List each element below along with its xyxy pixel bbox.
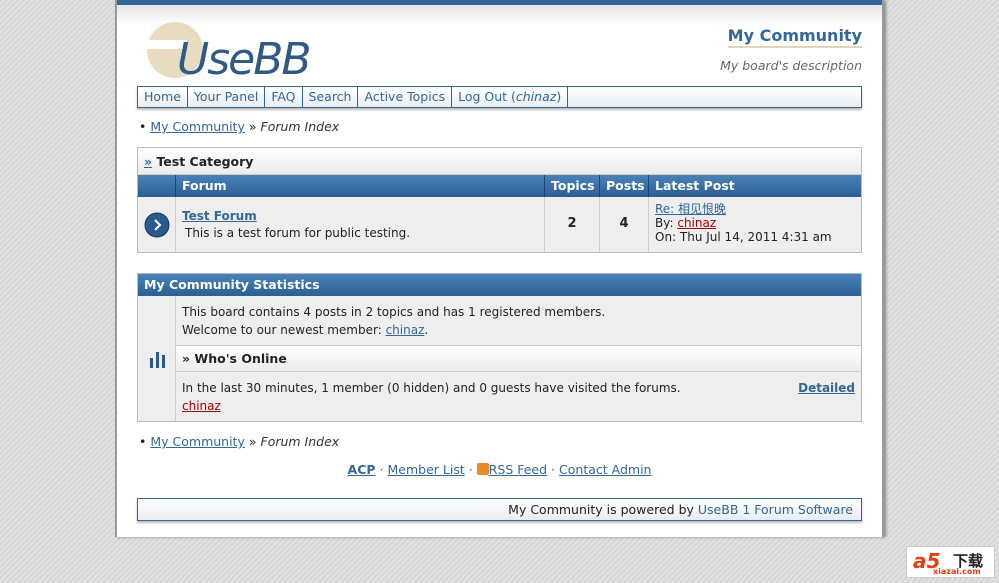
latest-post-date: On: Thu Jul 14, 2011 4:31 am <box>655 230 832 244</box>
member-list-link[interactable]: Member List <box>388 462 465 477</box>
stats-content: This board contains 4 posts in 2 topics … <box>176 296 861 421</box>
nav-faq[interactable]: FAQ <box>265 87 303 107</box>
category-header: » Test Category <box>138 148 861 175</box>
logout-label: Log Out ( <box>458 89 516 104</box>
whos-online-content: In the last 30 minutes, 1 member (0 hidd… <box>176 372 861 422</box>
footer-links: ACP · Member List · RSS Feed · Contact A… <box>117 462 882 477</box>
latest-post-link[interactable]: Re: 相见恨晚 <box>655 202 726 216</box>
nav-active-topics[interactable]: Active Topics <box>358 87 453 107</box>
welcome-text: Welcome to our newest member: <box>182 323 382 337</box>
stats-box: My Community Statistics This board conta… <box>137 273 862 422</box>
watermark: a5 下载 xiazai.com <box>906 546 995 578</box>
online-text: In the last 30 minutes, 1 member (0 hidd… <box>182 381 681 395</box>
whos-online-header: » Who's Online <box>176 346 861 372</box>
stats-header: My Community Statistics <box>138 274 861 296</box>
page-container: UseBB My Community My board's descriptio… <box>115 0 884 537</box>
latest-post: Re: 相见恨晚 By: chinaz On: Thu Jul 14, 2011… <box>649 197 861 252</box>
logout-user: chinaz <box>515 89 557 104</box>
breadcrumb: • My Community » Forum Index <box>139 119 340 134</box>
stats-chart-icon <box>149 351 165 368</box>
breadcrumb-sep: » <box>248 119 257 134</box>
breadcrumb-sep-bottom: » <box>248 434 257 449</box>
category-link[interactable]: » <box>144 154 152 169</box>
board-title[interactable]: My Community <box>727 26 862 48</box>
breadcrumb-bottom: • My Community » Forum Index <box>139 434 340 449</box>
category-box: » Test Category Forum Topics Posts Lates… <box>137 147 862 253</box>
acp-link[interactable]: ACP <box>348 462 376 477</box>
dot: · <box>468 462 473 477</box>
forum-info: Test Forum This is a test forum for publ… <box>176 197 545 252</box>
usebb-link[interactable]: UseBB 1 Forum Software <box>698 502 853 517</box>
detailed-link[interactable]: Detailed <box>798 379 855 397</box>
watermark-site: xiazai.com <box>933 567 981 576</box>
rss-icon <box>476 463 489 475</box>
forum-arrow-icon <box>144 212 169 237</box>
forum-posts: 4 <box>600 197 649 252</box>
nav-search[interactable]: Search <box>303 87 359 107</box>
col-topics: Topics <box>545 175 600 197</box>
nav-log-out[interactable]: Log Out (chinaz) <box>452 87 569 107</box>
latest-post-author[interactable]: chinaz <box>677 216 716 230</box>
svg-text:UseBB: UseBB <box>177 34 310 80</box>
forum-link[interactable]: Test Forum <box>182 209 257 223</box>
category-name: Test Category <box>156 154 254 169</box>
board-description: My board's description <box>720 58 862 73</box>
breadcrumb-current-bottom: Forum Index <box>260 434 340 449</box>
latest-by-label: By: <box>655 216 674 230</box>
col-icon <box>138 175 176 197</box>
forum-topics: 2 <box>545 197 600 252</box>
breadcrumb-current: Forum Index <box>260 119 340 134</box>
forum-icon-cell <box>138 197 176 252</box>
stats-summary: This board contains 4 posts in 2 topics … <box>176 296 861 346</box>
nav-your-panel[interactable]: Your Panel <box>188 87 266 107</box>
dot: · <box>379 462 384 477</box>
stats-body: This board contains 4 posts in 2 topics … <box>138 296 861 421</box>
col-latest: Latest Post <box>655 178 735 193</box>
col-posts: Posts <box>600 175 649 197</box>
column-headers: Forum Topics Posts Latest Post <box>138 175 861 197</box>
forum-description: This is a test forum for public testing. <box>185 226 411 240</box>
breadcrumb-home[interactable]: My Community <box>150 119 245 134</box>
online-user-link[interactable]: chinaz <box>182 399 221 413</box>
breadcrumb-home-bottom[interactable]: My Community <box>150 434 245 449</box>
stats-line: This board contains 4 posts in 2 topics … <box>182 305 606 319</box>
powered-by-bar: My Community is powered by UseBB 1 Forum… <box>137 498 862 521</box>
stats-icon-cell <box>138 296 176 421</box>
rss-feed-link[interactable]: RSS Feed <box>489 462 547 477</box>
powered-text: My Community is powered by <box>508 502 694 517</box>
main-nav: Home Your Panel FAQ Search Active Topics… <box>137 86 862 108</box>
contact-admin-link[interactable]: Contact Admin <box>559 462 651 477</box>
dot: · <box>551 462 556 477</box>
forum-row: Test Forum This is a test forum for publ… <box>138 197 861 252</box>
usebb-logo[interactable]: UseBB <box>139 18 319 80</box>
nav-home[interactable]: Home <box>138 87 188 107</box>
col-forum: Forum <box>176 175 545 197</box>
newest-member-link[interactable]: chinaz <box>386 323 425 337</box>
logout-close: ) <box>556 89 562 104</box>
